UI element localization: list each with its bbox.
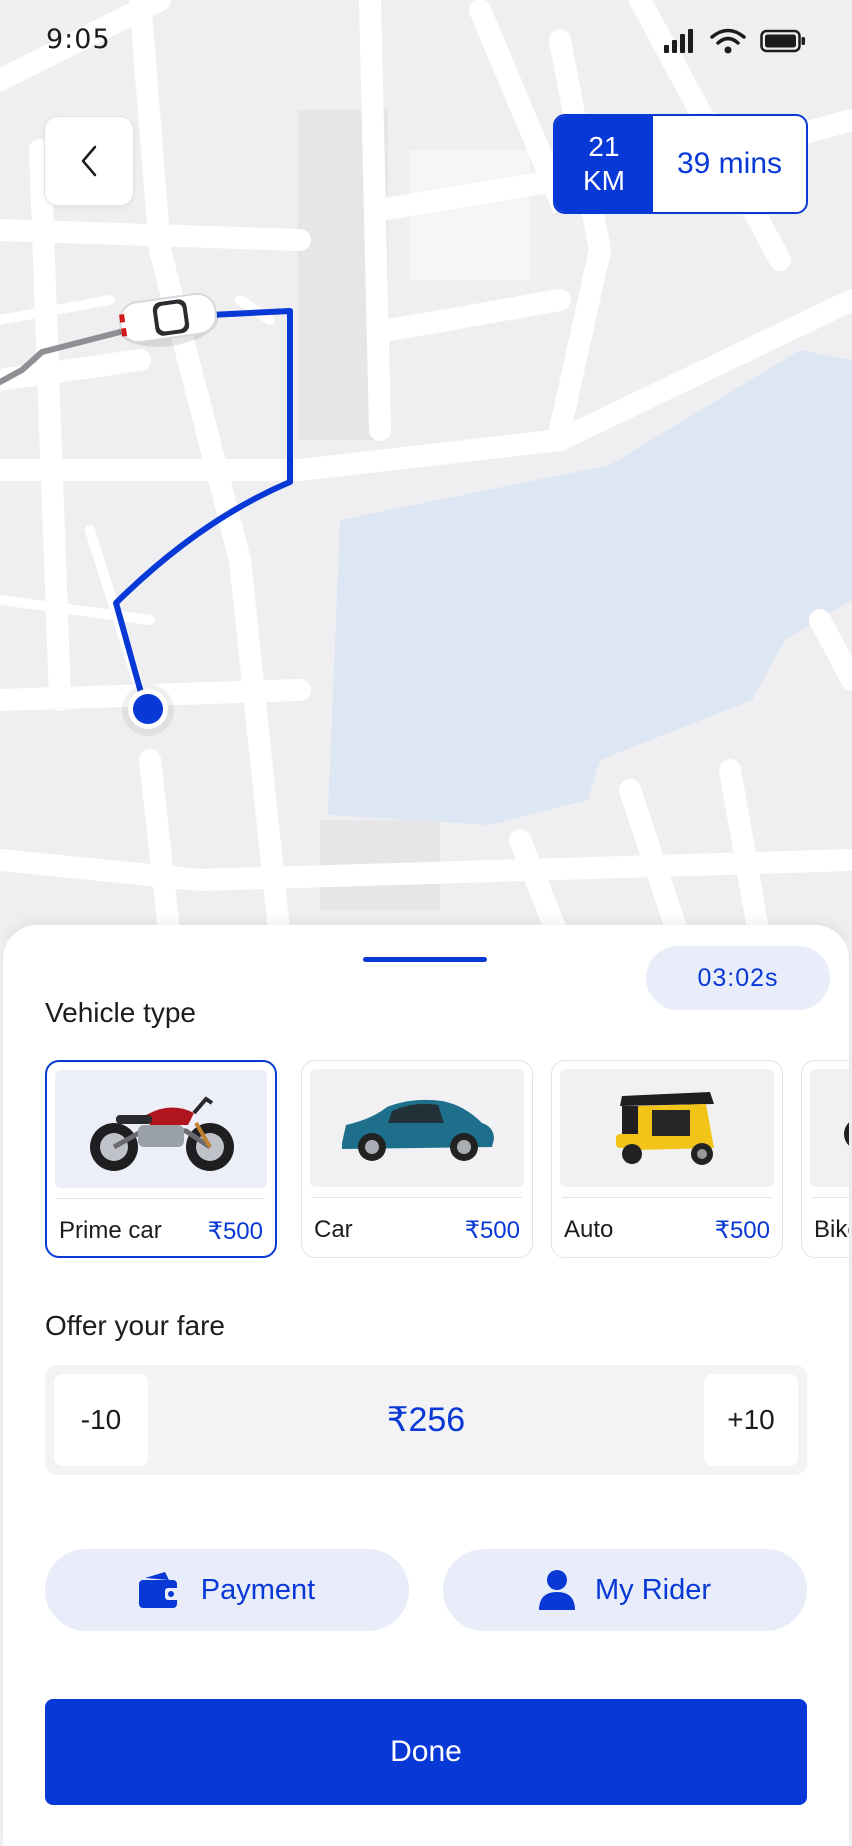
vehicle-card-car[interactable]: Car ₹500 — [301, 1060, 533, 1258]
trip-info-badge: 21 KM 39 mins — [553, 114, 808, 214]
battery-icon — [760, 29, 805, 53]
trip-duration: 39 mins — [676, 147, 783, 180]
sheet-drag-handle[interactable] — [363, 957, 487, 962]
status-bar: 9:05 — [0, 0, 852, 84]
offer-fare-title: Offer your fare — [45, 1310, 226, 1341]
bottom-sheet: 03:02s Vehicle type Prime car ₹500 Car ₹… — [3, 925, 849, 1846]
trip-distance: 21 KM — [555, 116, 653, 212]
fare-decrement-button[interactable]: -10 — [54, 1374, 148, 1466]
vehicle-name: Auto — [564, 1216, 614, 1243]
vehicle-name: Bike — [814, 1216, 849, 1243]
back-button[interactable] — [44, 116, 134, 206]
status-icons — [664, 28, 806, 54]
user-icon — [538, 1570, 575, 1610]
timer-badge: 03:02s — [646, 946, 830, 1010]
card-divider — [562, 1197, 772, 1198]
destination-marker — [122, 684, 174, 736]
vehicle-card-bike[interactable]: Bike — [801, 1060, 849, 1258]
vehicle-price: ₹500 — [714, 1217, 770, 1244]
wifi-icon — [710, 28, 746, 54]
card-divider — [812, 1197, 849, 1198]
payment-label: Payment — [200, 1573, 316, 1606]
fare-value: ₹256 — [386, 1401, 466, 1439]
auto-rickshaw-image — [560, 1069, 774, 1187]
my-rider-label: My Rider — [594, 1573, 711, 1606]
vehicle-price: ₹500 — [207, 1218, 263, 1245]
card-divider — [312, 1197, 522, 1198]
done-button[interactable]: Done — [45, 1699, 807, 1805]
vehicle-name: Prime car — [59, 1217, 162, 1244]
my-rider-button[interactable]: My Rider — [443, 1549, 807, 1631]
status-time: 9:05 — [46, 24, 111, 55]
motorcycle-image — [55, 1070, 267, 1188]
vehicle-price: ₹500 — [464, 1217, 520, 1244]
vehicle-type-title: Vehicle type — [45, 997, 196, 1028]
payment-button[interactable]: Payment — [45, 1549, 409, 1631]
distance-value: 21 — [588, 131, 620, 163]
car-image — [310, 1069, 524, 1187]
cellular-signal-icon — [664, 29, 693, 53]
vehicle-card-auto[interactable]: Auto ₹500 — [551, 1060, 783, 1258]
vehicle-card-prime-car[interactable]: Prime car ₹500 — [45, 1060, 277, 1258]
fare-increment-button[interactable]: +10 — [704, 1374, 798, 1466]
distance-unit: KM — [583, 165, 625, 196]
chevron-left-icon — [81, 145, 97, 177]
fare-stepper: ₹256 -10 +10 — [45, 1365, 807, 1475]
vehicle-name: Car — [314, 1216, 353, 1243]
vehicle-list[interactable]: Prime car ₹500 Car ₹500 Auto ₹500 Bik — [45, 1060, 849, 1260]
bike-image — [810, 1069, 849, 1187]
wallet-icon — [138, 1572, 181, 1608]
card-divider — [57, 1198, 265, 1199]
